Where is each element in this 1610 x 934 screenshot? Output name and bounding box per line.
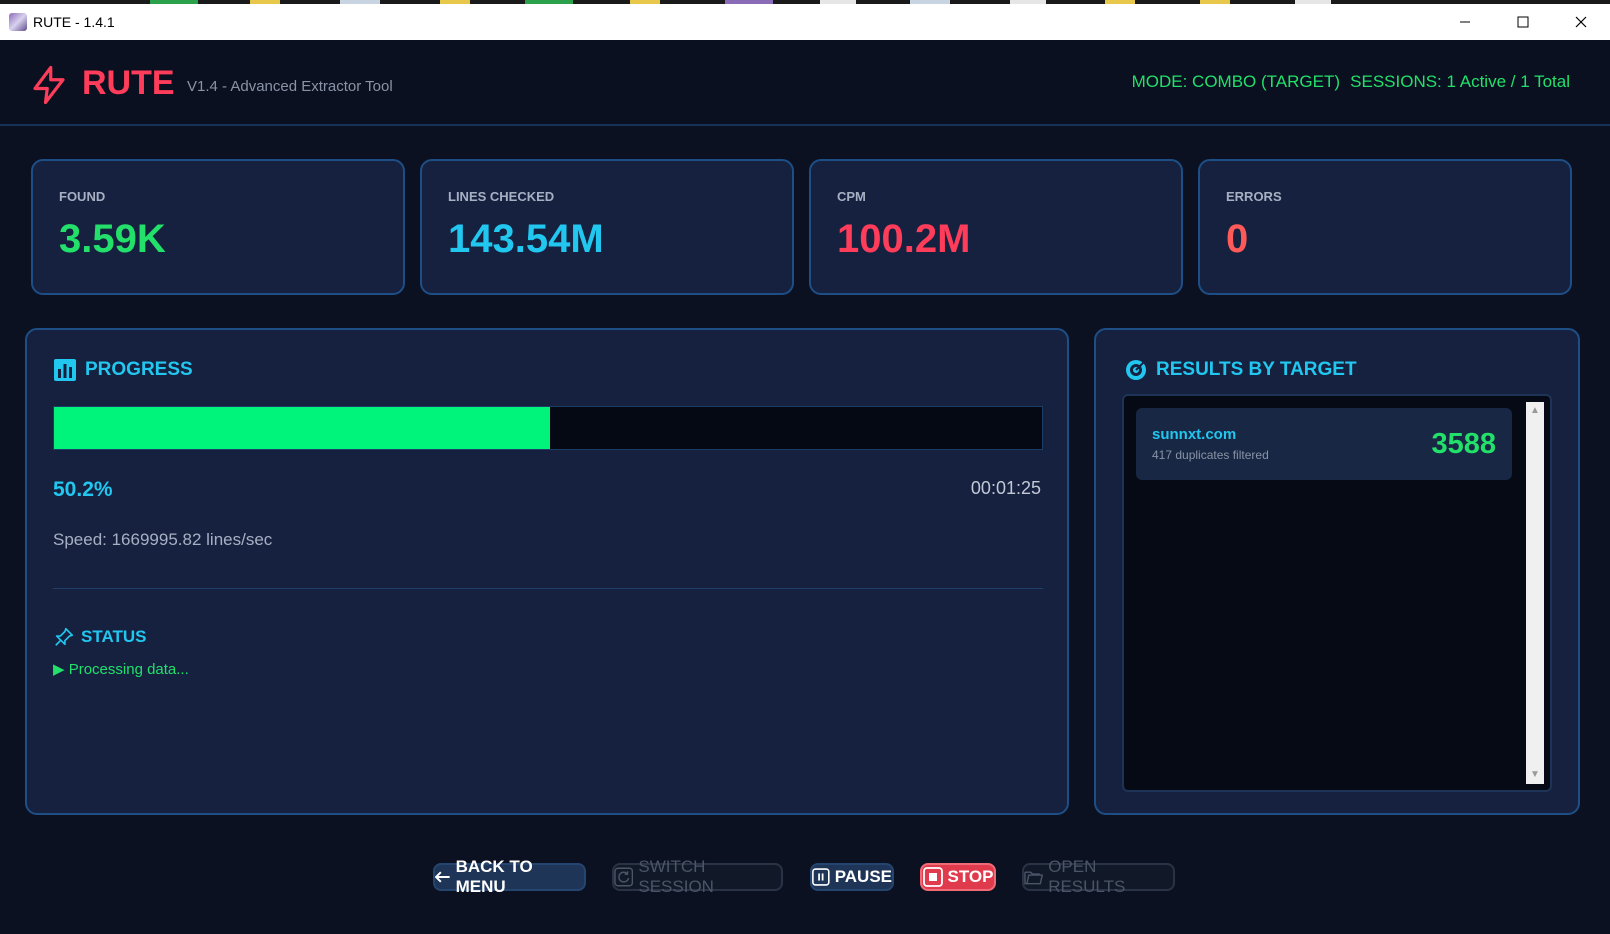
stat-card-lines-checked: LINES CHECKED 143.54M	[420, 159, 794, 295]
stat-value: 0	[1226, 217, 1249, 261]
stop-button[interactable]: STOP	[920, 863, 996, 891]
divider	[53, 588, 1043, 589]
back-to-menu-label: BACK TO MENU	[455, 857, 533, 896]
pause-label: PAUSE	[834, 867, 892, 886]
results-list[interactable]: sunnxt.com 417 duplicates filtered 3588 …	[1122, 394, 1552, 792]
stat-card-found: FOUND 3.59K	[31, 159, 405, 295]
results-panel: RESULTS BY TARGET sunnxt.com 417 duplica…	[1094, 328, 1580, 815]
result-count: 3588	[1431, 428, 1496, 460]
stat-card-cpm: CPM 100.2M	[809, 159, 1183, 295]
back-to-menu-button[interactable]: BACK TO MENU	[433, 857, 586, 896]
progress-title-text: PROGRESS	[85, 359, 193, 380]
scroll-up-icon[interactable]: ▲	[1526, 402, 1544, 420]
sessions-indicator: SESSIONS: 1 Active / 1 Total	[1350, 72, 1570, 91]
app-logo-text: RUTE	[82, 64, 175, 102]
speed-readout: Speed: 1669995.82 lines/sec	[53, 530, 273, 549]
stat-value: 3.59K	[59, 217, 166, 261]
results-scrollbar[interactable]: ▲ ▼	[1526, 402, 1544, 784]
switch-session-label: SWITCH SESSION	[638, 857, 714, 896]
window-title: RUTE - 1.4.1	[33, 14, 115, 30]
open-results-label: OPEN RESULTS	[1048, 857, 1126, 896]
refresh-icon	[614, 867, 634, 887]
window-titlebar: RUTE - 1.4.1	[0, 4, 1610, 40]
app-window: RUTE V1.4 - Advanced Extractor Tool MODE…	[0, 40, 1610, 934]
app-subtitle: V1.4 - Advanced Extractor Tool	[187, 78, 393, 95]
stat-card-errors: ERRORS 0	[1198, 159, 1572, 295]
minimize-icon	[1460, 21, 1470, 23]
stop-icon	[922, 867, 943, 887]
lightning-bolt-icon	[33, 65, 65, 105]
status-title-text: STATUS	[81, 627, 147, 646]
stat-value: 143.54M	[448, 217, 604, 261]
progress-panel: PROGRESS 50.2% 00:01:25 Speed: 1669995.8…	[25, 328, 1069, 815]
stop-label: STOP	[947, 867, 994, 886]
app-icon	[9, 13, 27, 31]
arrow-left-icon	[435, 871, 450, 883]
mode-indicator: MODE: COMBO (TARGET)	[1131, 72, 1340, 91]
close-icon	[1575, 16, 1587, 28]
open-results-button[interactable]: OPEN RESULTS	[1022, 857, 1175, 896]
stat-value: 100.2M	[837, 217, 971, 261]
results-title: RESULTS BY TARGET	[1124, 358, 1357, 382]
elapsed-time: 00:01:25	[970, 478, 1041, 498]
progress-title: PROGRESS	[53, 358, 193, 382]
close-button[interactable]	[1552, 4, 1610, 40]
app-header: RUTE V1.4 - Advanced Extractor Tool MODE…	[0, 40, 1610, 126]
minimize-button[interactable]	[1436, 4, 1494, 40]
status-title: STATUS	[53, 626, 146, 648]
progress-bar-fill	[54, 407, 550, 449]
folder-icon	[1024, 871, 1043, 885]
result-domain: sunnxt.com	[1152, 426, 1237, 443]
switch-session-button[interactable]: SWITCH SESSION	[612, 857, 783, 896]
maximize-icon	[1517, 16, 1529, 28]
stat-label: FOUND	[59, 189, 106, 204]
result-item[interactable]: sunnxt.com 417 duplicates filtered 3588	[1136, 408, 1512, 480]
stat-label: CPM	[837, 189, 866, 204]
pause-button[interactable]: PAUSE	[810, 863, 894, 891]
pin-icon	[55, 627, 74, 646]
pause-icon	[812, 868, 830, 886]
bar-chart-icon	[54, 359, 76, 381]
progress-bar	[53, 406, 1043, 450]
target-icon	[1126, 360, 1146, 380]
status-message: ▶ Processing data...	[53, 661, 189, 678]
stat-label: ERRORS	[1226, 189, 1282, 204]
results-title-text: RESULTS BY TARGET	[1156, 359, 1357, 380]
progress-percent: 50.2%	[53, 478, 113, 501]
maximize-button[interactable]	[1494, 4, 1552, 40]
stat-label: LINES CHECKED	[448, 189, 555, 204]
scroll-down-icon[interactable]: ▼	[1526, 766, 1544, 784]
result-duplicates: 417 duplicates filtered	[1152, 448, 1269, 462]
